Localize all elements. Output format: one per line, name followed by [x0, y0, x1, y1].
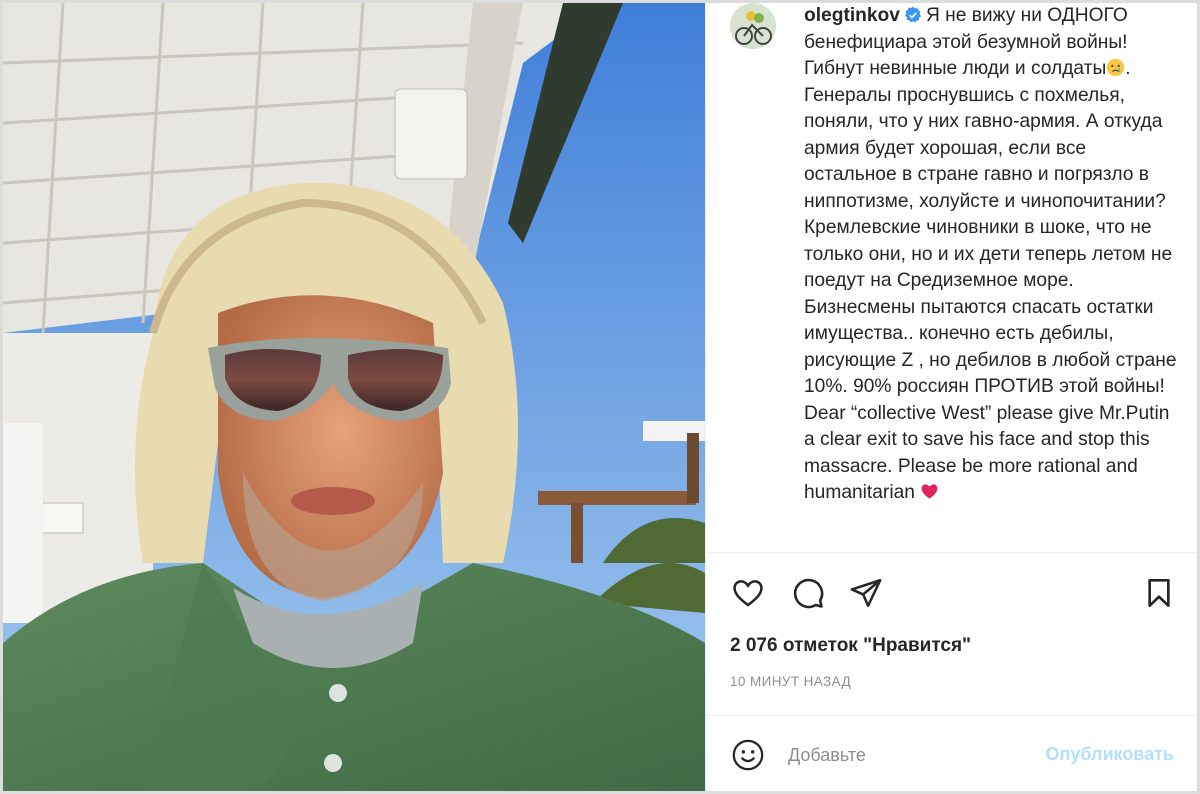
share-button[interactable] — [846, 573, 886, 613]
like-button[interactable] — [728, 573, 768, 613]
selfie-image — [3, 3, 705, 791]
post-actions — [706, 573, 1198, 613]
avatar[interactable] — [730, 3, 776, 49]
caption-area: olegtinkov Я не вижу ни ОДНОГО бенефициар… — [706, 3, 1198, 552]
comment-form: Опубликовать — [706, 733, 1198, 779]
smiley-icon — [732, 739, 764, 771]
caption-text-continued: . Генералы проснувшись с похмелья, понял… — [804, 58, 1182, 503]
paper-plane-icon — [850, 578, 882, 608]
comment-icon — [793, 578, 824, 609]
emoji-picker-button[interactable] — [730, 737, 766, 773]
likes-count[interactable]: 2 076 отметок "Нравится" — [730, 635, 971, 657]
save-button[interactable] — [1139, 573, 1179, 613]
red-heart-emoji-icon — [921, 484, 938, 499]
verified-badge-icon — [905, 6, 921, 23]
comment-input[interactable] — [788, 741, 1008, 769]
comment-button[interactable] — [788, 573, 828, 613]
heart-icon — [733, 580, 763, 607]
avatar-image — [730, 3, 776, 49]
divider — [706, 715, 1198, 716]
post-caption: olegtinkov Я не вижу ни ОДНОГО бенефициар… — [804, 3, 1184, 507]
post-timestamp[interactable]: 10 МИНУТ НАЗАД — [730, 674, 851, 689]
divider — [706, 552, 1198, 553]
bookmark-icon — [1148, 579, 1170, 607]
post-side-panel: olegtinkov Я не вижу ни ОДНОГО бенефициар… — [705, 3, 1198, 791]
post-photo[interactable] — [3, 3, 705, 791]
publish-button[interactable]: Опубликовать — [1045, 744, 1174, 765]
crying-face-emoji-icon — [1107, 58, 1125, 77]
username-link[interactable]: olegtinkov — [804, 5, 900, 26]
